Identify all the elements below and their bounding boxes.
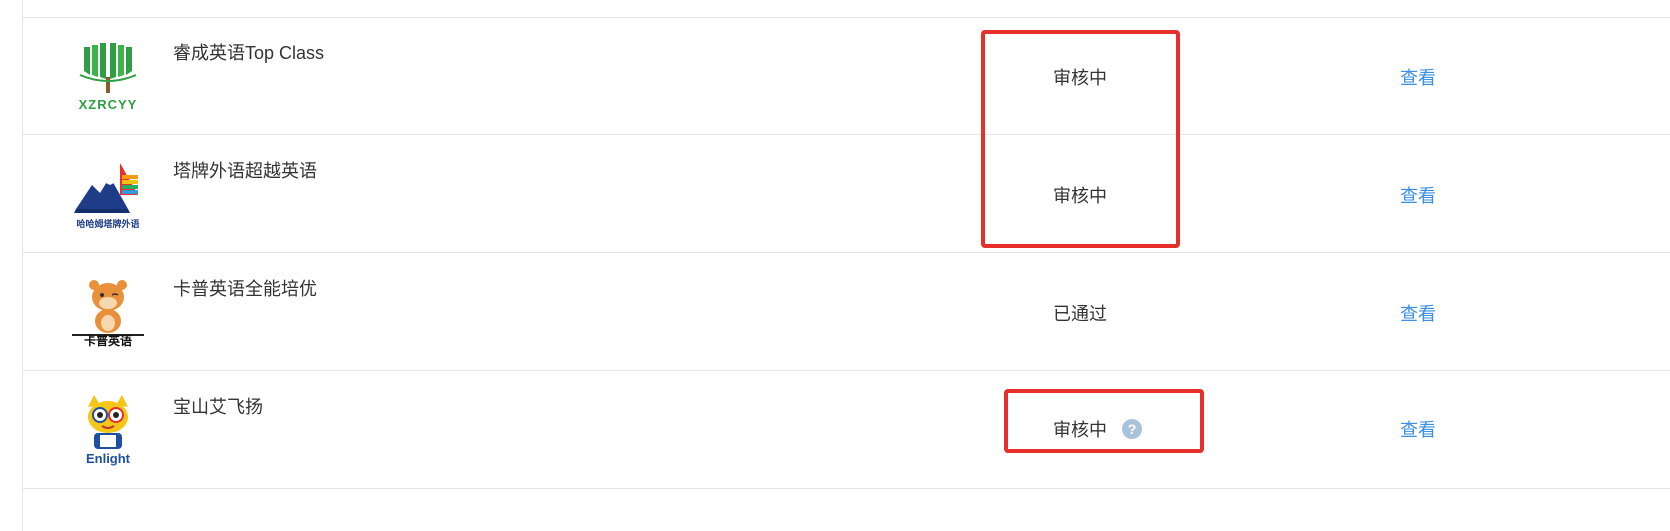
institution-name: 宝山艾飞扬: [173, 397, 263, 417]
institution-name: 塔牌外语超越英语: [173, 161, 317, 181]
book-tree-logo-icon: XZRCYY: [79, 43, 138, 112]
table-row: XZRCYY 睿成英语Top Class 审核中 查看: [23, 17, 1670, 135]
table-row: 卡普英语 卡普英语全能培优 已通过 查看: [23, 253, 1670, 371]
logo-text: 哈哈姆塔牌外语: [76, 218, 139, 230]
logo-text: XZRCYY: [79, 97, 138, 112]
institution-name: 卡普英语全能培优: [173, 279, 317, 299]
logo-text: 卡普英语: [84, 333, 132, 348]
table-row: 哈哈姆塔牌外语 塔牌外语超越英语 审核中 查看: [23, 135, 1670, 253]
mountain-stripes-logo-icon: 哈哈姆塔牌外语: [74, 163, 140, 230]
hamster-mascot-logo-icon: 卡普英语: [72, 280, 144, 348]
review-status-table: XZRCYY 睿成英语Top Class 审核中 查看 哈哈姆塔牌外语 塔牌外语…: [22, 0, 1670, 531]
logo-text: Enlight: [86, 451, 131, 466]
view-link[interactable]: 查看: [1389, 300, 1447, 326]
review-status-highlight-box-bottom: [1004, 389, 1204, 453]
review-status-highlight-box: [981, 30, 1180, 248]
view-link[interactable]: 查看: [1389, 416, 1447, 442]
view-link[interactable]: 查看: [1389, 182, 1447, 208]
view-link[interactable]: 查看: [1389, 64, 1447, 90]
table-row: Enlight 宝山艾飞扬 审核中 ? 查看: [23, 371, 1670, 489]
institution-name: 睿成英语Top Class: [173, 43, 325, 63]
status-text: 已通过: [1053, 304, 1107, 324]
table-top-border: [23, 0, 1670, 18]
cartoon-cat-mascot-logo-icon: Enlight: [86, 395, 131, 466]
